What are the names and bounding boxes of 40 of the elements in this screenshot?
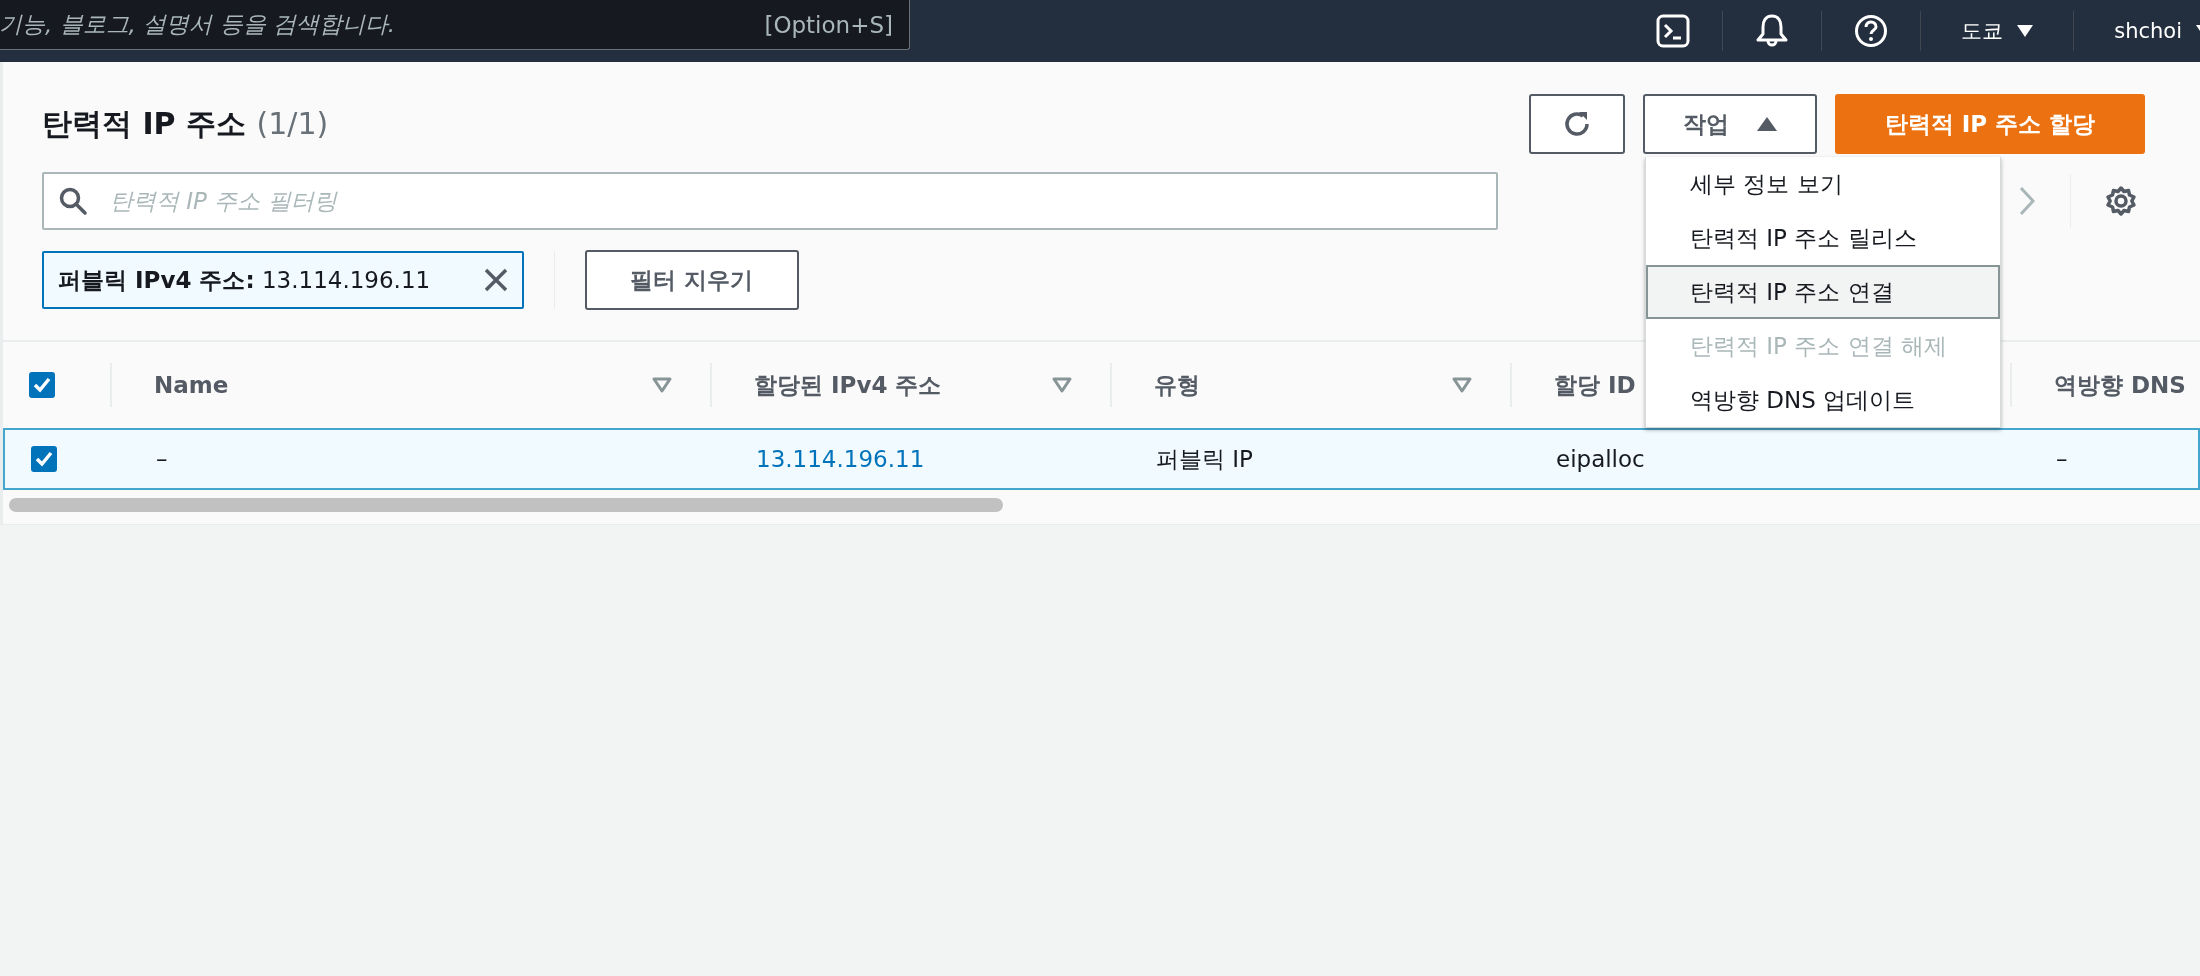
column-header[interactable]: Name	[154, 372, 229, 398]
close-icon[interactable]	[484, 268, 508, 292]
panel-title: 탄력적 IP 주소	[42, 105, 247, 141]
help-icon[interactable]	[1854, 14, 1889, 48]
horizontal-scrollbar[interactable]	[9, 498, 1003, 512]
select-all-checkbox[interactable]	[29, 372, 55, 398]
table-row[interactable]: – 13.114.196.11 퍼블릭 IP eipalloc –	[3, 428, 2200, 490]
column-header[interactable]: 유형	[1154, 369, 1200, 401]
item-count: (1/1)	[256, 105, 329, 141]
sort-icon[interactable]	[1452, 377, 1472, 393]
search-field[interactable]: 기능, 블로그, 설명서 등을 검색합니다. [Option+S]	[0, 0, 910, 50]
caret-icon	[1757, 117, 1777, 131]
filter-token-label: 퍼블릭 IPv4 주소: 13.114.196.11	[58, 265, 431, 295]
settings-icon[interactable]	[2105, 185, 2137, 217]
caret-icon	[2017, 25, 2034, 37]
user-menu[interactable]: shchoi	[2074, 19, 2200, 43]
table-cell: –	[156, 446, 168, 472]
menu-item[interactable]: 세부 정보 보기	[1646, 157, 2000, 211]
clear-filters-button[interactable]: 필터 지우기	[585, 250, 799, 310]
ip-address-link[interactable]: 13.114.196.11	[756, 446, 925, 472]
notification-bell-icon[interactable]	[1755, 13, 1790, 49]
menu-item[interactable]: 탄력적 IP 주소 릴리스	[1646, 211, 2000, 265]
sort-icon[interactable]	[652, 377, 672, 393]
column-header[interactable]: 역방향 DNS	[2054, 369, 2186, 401]
table-cell: 퍼블릭 IP	[1156, 445, 1253, 472]
row-checkbox[interactable]	[31, 446, 57, 472]
filter-field[interactable]: 탄력적 IP 주소 필터링	[42, 172, 1498, 230]
keyboard-shortcut: [Option+S]	[764, 11, 893, 38]
table-cell: –	[2056, 446, 2068, 472]
menu-item[interactable]: 탄력적 IP 주소 연결	[1646, 265, 2000, 319]
refresh-button[interactable]	[1529, 94, 1625, 154]
menu-item[interactable]: 역방향 DNS 업데이트	[1646, 373, 2000, 427]
column-header[interactable]: 할당 ID	[1554, 369, 1636, 401]
region-selector[interactable]: 도쿄	[1921, 17, 2074, 45]
table-cell: eipalloc	[1556, 446, 1645, 472]
actions-dropdown-button[interactable]: 작업	[1643, 94, 1817, 154]
column-header[interactable]: 할당된 IPv4 주소	[754, 369, 942, 401]
sort-icon[interactable]	[1052, 377, 1072, 393]
terminal-icon[interactable]	[1656, 14, 1691, 48]
search-placeholder: 기능, 블로그, 설명서 등을 검색합니다.	[0, 10, 396, 39]
